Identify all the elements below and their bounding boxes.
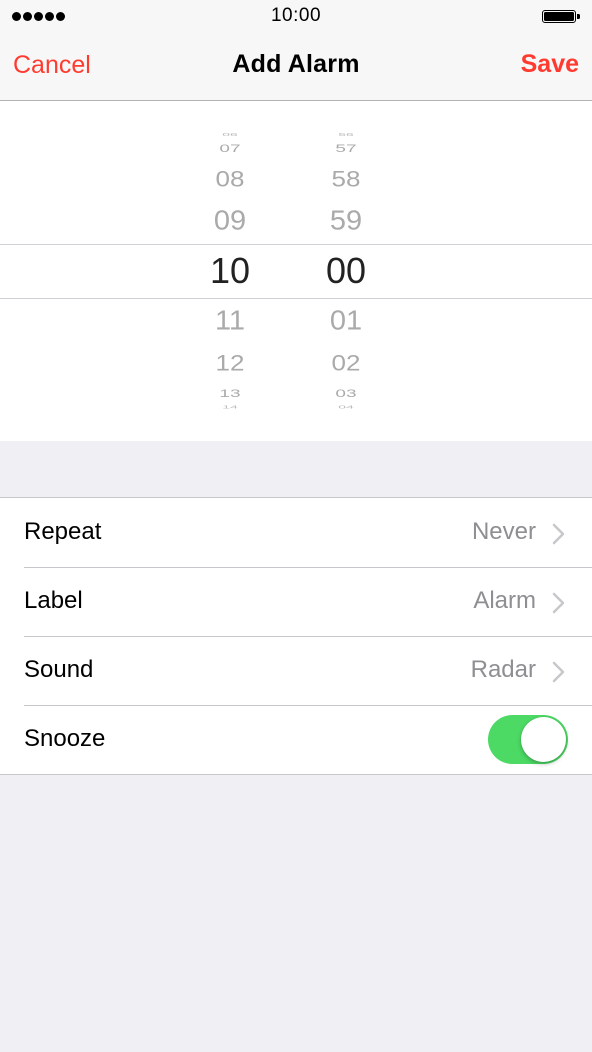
minute-option[interactable]: 57 bbox=[286, 142, 406, 153]
hour-wheel[interactable]: 06 07 08 09 10 11 12 13 14 bbox=[170, 101, 290, 441]
chevron-right-icon bbox=[552, 661, 565, 683]
page-title: Add Alarm bbox=[232, 50, 360, 78]
alarm-settings-list: Repeat Never Label Alarm Sound Radar Sno… bbox=[0, 497, 592, 775]
label-row[interactable]: Label Alarm bbox=[0, 567, 592, 636]
sound-label: Sound bbox=[24, 656, 94, 683]
chevron-right-icon bbox=[552, 592, 565, 614]
snooze-row: Snooze bbox=[0, 705, 592, 774]
hour-option[interactable]: 08 bbox=[170, 168, 290, 190]
repeat-value: Never bbox=[471, 518, 536, 545]
minute-option[interactable]: 59 bbox=[286, 206, 406, 235]
snooze-label: Snooze bbox=[24, 725, 106, 752]
hour-option[interactable]: 07 bbox=[170, 142, 290, 153]
hour-option[interactable]: 13 bbox=[170, 387, 290, 398]
minute-option[interactable]: 58 bbox=[286, 168, 406, 190]
section-spacer bbox=[0, 441, 592, 497]
navigation-bar: Cancel Add Alarm Save bbox=[0, 34, 592, 101]
hour-option[interactable]: 09 bbox=[170, 206, 290, 235]
minute-option[interactable]: 03 bbox=[286, 387, 406, 398]
minute-option[interactable]: 04 bbox=[286, 405, 406, 410]
hour-option[interactable]: 11 bbox=[170, 306, 290, 335]
chevron-right-icon bbox=[552, 523, 565, 545]
label-label: Label bbox=[24, 587, 83, 614]
status-time: 10:00 bbox=[270, 5, 322, 26]
snooze-toggle[interactable] bbox=[488, 715, 568, 764]
minute-selected: 00 bbox=[325, 250, 367, 291]
battery-icon bbox=[542, 10, 580, 23]
repeat-row[interactable]: Repeat Never bbox=[0, 498, 592, 567]
minute-option[interactable]: 02 bbox=[286, 352, 406, 374]
sound-value: Radar bbox=[470, 656, 536, 683]
time-picker: 06 07 08 09 10 11 12 13 14 56 57 58 59 00 01 02 03 04 bbox=[0, 101, 592, 441]
toggle-knob bbox=[521, 717, 566, 762]
hour-option[interactable]: 12 bbox=[170, 352, 290, 374]
repeat-label: Repeat bbox=[24, 518, 102, 545]
label-value: Alarm bbox=[473, 587, 536, 614]
hour-selected: 10 bbox=[209, 250, 251, 291]
save-button[interactable]: Save bbox=[521, 50, 579, 79]
hour-option[interactable]: 14 bbox=[170, 405, 290, 410]
hour-option[interactable]: 06 bbox=[170, 132, 290, 137]
minute-option[interactable]: 56 bbox=[286, 132, 406, 137]
status-bar: 10:00 bbox=[0, 0, 592, 34]
sound-row[interactable]: Sound Radar bbox=[0, 636, 592, 705]
minute-option[interactable]: 01 bbox=[286, 306, 406, 335]
minute-wheel[interactable]: 56 57 58 59 00 01 02 03 04 bbox=[286, 101, 406, 441]
